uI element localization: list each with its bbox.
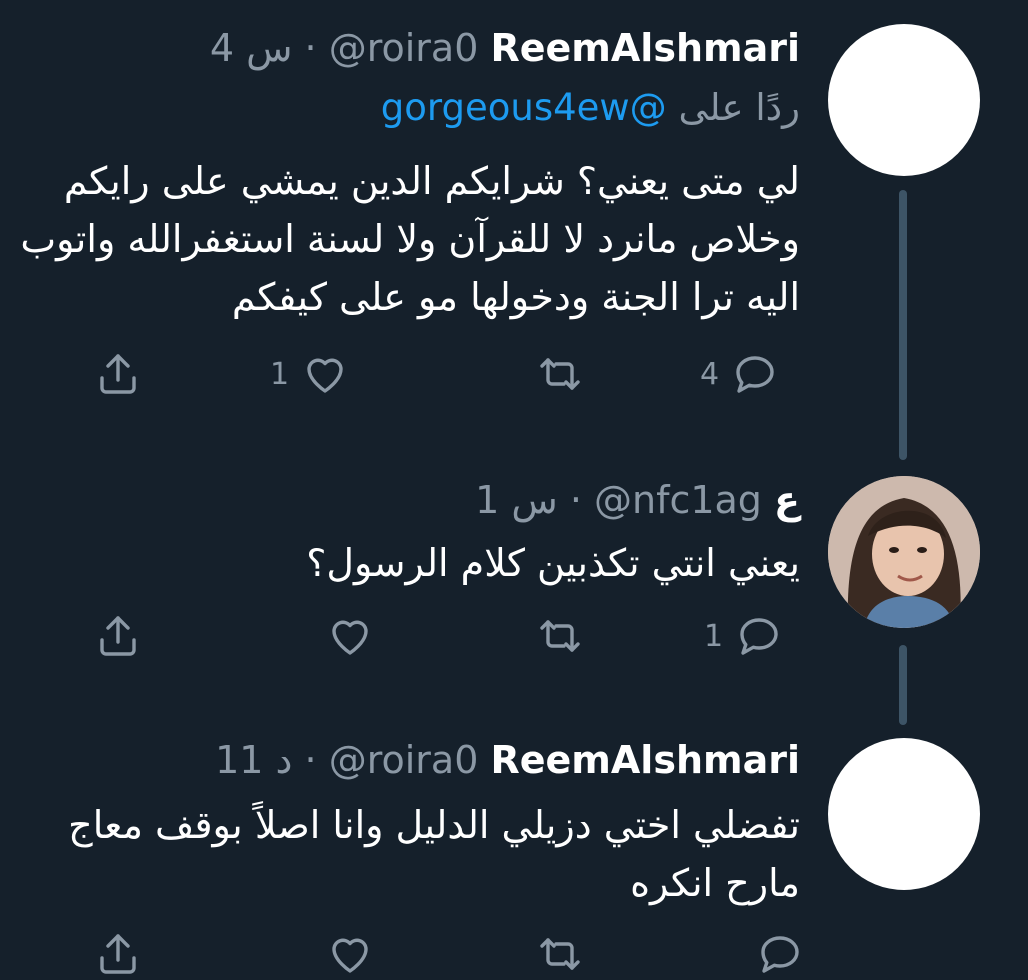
avatar[interactable]: [828, 738, 980, 890]
heart-icon: [307, 358, 343, 393]
reply-icon: [761, 936, 799, 973]
share-button[interactable]: [94, 928, 142, 980]
like-button[interactable]: 1: [270, 348, 349, 400]
tweet-text: تفضلي اختي دزيلي الدليل وانا اصلاً بوقف …: [68, 796, 800, 912]
tweet-actions: 1: [80, 610, 820, 662]
tweet-meta[interactable]: 4 س · @roira0: [210, 26, 479, 70]
tweet-header: 11 د · @roira0 ReemAlshmari: [215, 738, 800, 782]
tweet-meta[interactable]: 1 س · @nfc1ag: [475, 478, 762, 522]
reply-icon: [740, 618, 778, 655]
replying-to: ردًا على @gorgeous4ew: [381, 86, 800, 130]
reply-button[interactable]: 4: [700, 348, 779, 400]
avatar-photo: [828, 476, 980, 628]
tweet-text: يعني انتي تكذبين كلام الرسول؟: [306, 534, 800, 592]
heart-icon: [332, 938, 368, 973]
share-button[interactable]: [94, 348, 142, 400]
avatar[interactable]: [828, 24, 980, 176]
share-icon: [100, 354, 136, 394]
tweet-text-line: وخلاص مانرد لا للقرآن ولا لسنة استغفرالل…: [20, 217, 800, 261]
tweet-text-line: يعني انتي تكذبين كلام الرسول؟: [306, 541, 800, 585]
retweet-icon: [540, 358, 580, 390]
tweet-text: لي متى يعني؟ شرايكم الدين يمشي على رايكم…: [20, 152, 800, 326]
like-button[interactable]: [314, 610, 374, 662]
avatar[interactable]: [828, 476, 980, 628]
tweet-meta[interactable]: 11 د · @roira0: [215, 738, 478, 782]
retweet-button[interactable]: [524, 928, 584, 980]
tweet-text-line: تفضلي اختي دزيلي الدليل وانا اصلاً بوقف …: [68, 803, 800, 847]
like-count: 1: [270, 356, 290, 392]
replying-prefix: ردًا على: [678, 86, 800, 129]
reply-count: 1: [704, 618, 724, 654]
reply-count: 4: [700, 356, 720, 392]
tweet-header: 1 س · @nfc1ag ع: [475, 478, 800, 522]
share-button[interactable]: [94, 610, 142, 662]
share-icon: [100, 616, 136, 656]
tweet-text-line: لي متى يعني؟ شرايكم الدين يمشي على رايكم: [63, 159, 800, 203]
reply-icon: [736, 356, 774, 393]
reply-button[interactable]: [744, 928, 804, 980]
thread-line: [899, 190, 907, 460]
thread-line: [899, 645, 907, 725]
heart-icon: [332, 620, 368, 655]
reply-button[interactable]: 1: [704, 610, 783, 662]
display-name[interactable]: ReemAlshmari: [490, 738, 800, 782]
mention-link[interactable]: @gorgeous4ew: [381, 86, 667, 129]
tweet-actions: 1 4: [80, 348, 820, 400]
retweet-icon: [540, 620, 580, 652]
tweet-1[interactable]: 4 س · @roira0 ReemAlshmari ردًا على @gor…: [0, 0, 1028, 460]
share-icon: [100, 934, 136, 974]
tweet-text-line: اليه ترا الجنة ودخولها مو على كيفكم: [231, 275, 800, 319]
retweet-icon: [540, 938, 580, 970]
display-name[interactable]: ReemAlshmari: [490, 26, 800, 70]
like-button[interactable]: [314, 928, 374, 980]
retweet-button[interactable]: [524, 348, 584, 400]
display-name[interactable]: ع: [774, 478, 800, 522]
tweet-text-line: مارح انكره: [630, 861, 800, 905]
retweet-button[interactable]: [524, 610, 584, 662]
tweet-actions: [80, 928, 820, 980]
tweet-header: 4 س · @roira0 ReemAlshmari: [210, 26, 800, 70]
